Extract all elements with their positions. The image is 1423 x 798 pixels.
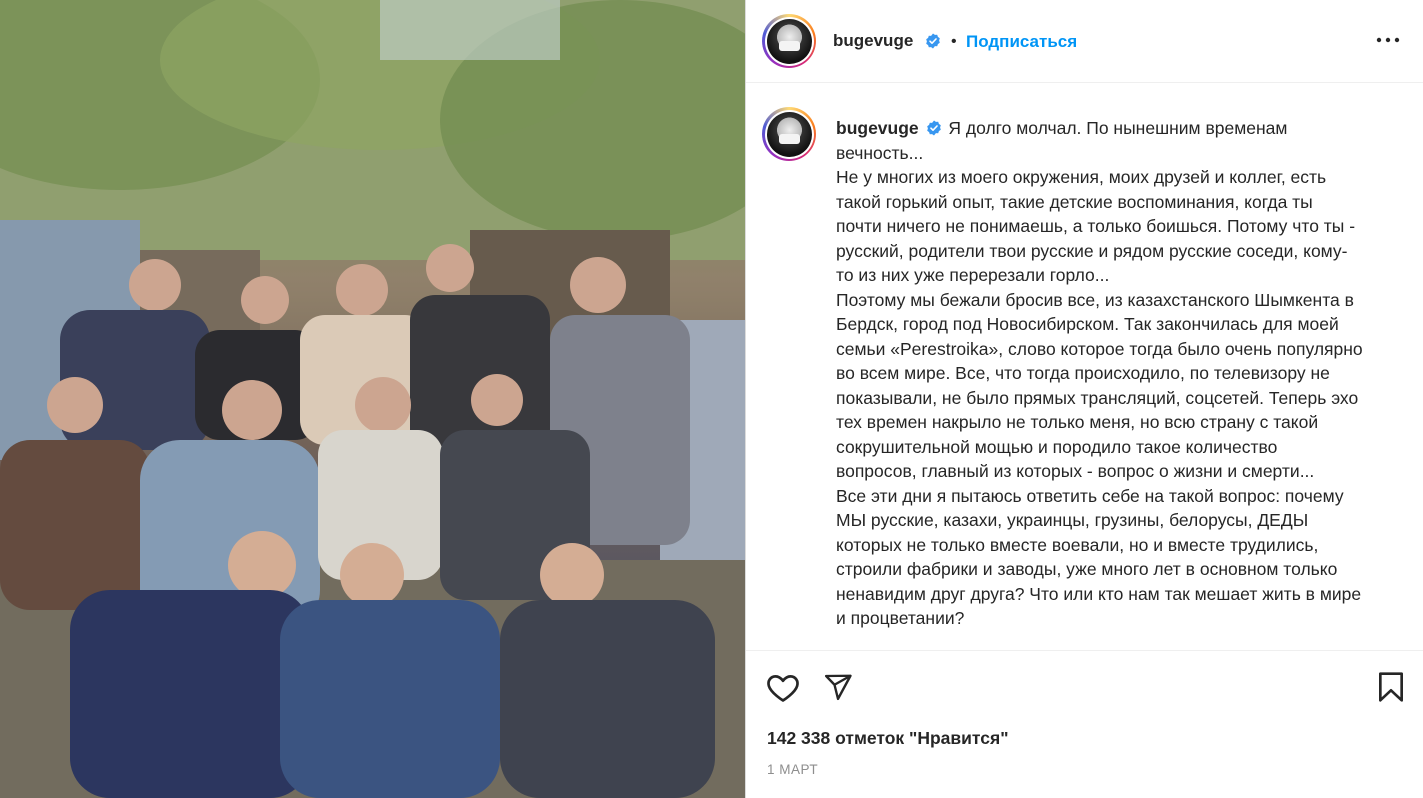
caption-line: строили фабрики и заводы, уже много лет … xyxy=(836,559,1338,579)
caption-line: и процветании? xyxy=(836,608,965,628)
bookmark-icon xyxy=(1379,672,1403,702)
caption-line: почти ничего не понимаешь, а только боиш… xyxy=(836,216,1356,236)
caption-line: Не у многих из моего окружения, моих дру… xyxy=(836,167,1327,187)
heart-icon xyxy=(767,675,799,702)
caption-line: Все эти дни я пытаюсь ответить себе на т… xyxy=(836,485,1344,506)
caption-line: то из них уже перерезали горло... xyxy=(836,265,1110,285)
caption-avatar[interactable] xyxy=(762,107,816,161)
author-username[interactable]: bugevuge xyxy=(833,31,913,51)
avatar-image xyxy=(766,18,812,64)
more-options-button[interactable] xyxy=(1374,28,1402,52)
caption-line: МЫ русские, казахи, украинцы, грузины, б… xyxy=(836,510,1309,530)
caption-line: показывали, не было прямых трансляций, с… xyxy=(836,387,1359,408)
caption-line: сокрушительной мощью и породило такое ко… xyxy=(836,436,1278,457)
caption-first-line: bugevuge Я долго молчал. По нынешним вре… xyxy=(836,116,1406,141)
send-icon xyxy=(824,674,852,701)
photo-illustration xyxy=(0,0,745,798)
caption-line: Бердск, город под Новосибирском. Так зак… xyxy=(836,314,1339,334)
post-date[interactable]: 1 МАРТ xyxy=(767,762,818,777)
caption-verified-badge-icon xyxy=(926,120,941,136)
caption-line: вопросов, главный из которых - вопрос о … xyxy=(836,461,1315,481)
caption-avatar-image xyxy=(766,111,812,157)
caption-line: Я долго молчал. По нынешним временам xyxy=(948,118,1288,138)
likes-count[interactable]: 142 338 отметок "Нравится" xyxy=(767,728,1009,749)
post-photo[interactable] xyxy=(0,0,745,798)
verified-badge-icon xyxy=(926,33,940,49)
caption-line: тех времен накрыло не только меня, но вс… xyxy=(836,412,1319,432)
caption-line: такой горький опыт, такие детские воспом… xyxy=(836,191,1313,212)
save-button[interactable] xyxy=(1373,669,1409,705)
avatar[interactable] xyxy=(762,14,816,68)
caption-line: семьи «Perestroika», слово которое тогда… xyxy=(836,338,1363,359)
caption-line: которых не только вместе воевали, но и в… xyxy=(836,534,1319,555)
caption-line: ненавидим друг друга? Что или кто нам та… xyxy=(836,583,1362,604)
caption-line: во всем мире. Все, что тогда происходило… xyxy=(836,363,1330,383)
post-caption: bugevuge Я долго молчал. По нынешним вре… xyxy=(836,116,1406,631)
caption-username[interactable]: bugevuge xyxy=(836,118,919,138)
like-button[interactable] xyxy=(765,669,801,705)
caption-line: Поэтому мы бежали бросив все, из казахст… xyxy=(836,289,1354,310)
caption-line: русский, родители твои русские и рядом р… xyxy=(836,240,1348,261)
caption-line: вечность... xyxy=(836,142,924,163)
separator-dot: • xyxy=(951,33,957,50)
post-header: bugevuge • Подписаться xyxy=(746,0,1423,83)
action-bar xyxy=(746,650,1423,720)
more-horizontal-icon xyxy=(1376,37,1400,43)
follow-button[interactable]: Подписаться xyxy=(966,32,1077,52)
post-details-panel: bugevuge • Подписаться bugevuge Я долго … xyxy=(746,0,1423,798)
share-button[interactable] xyxy=(820,669,856,705)
